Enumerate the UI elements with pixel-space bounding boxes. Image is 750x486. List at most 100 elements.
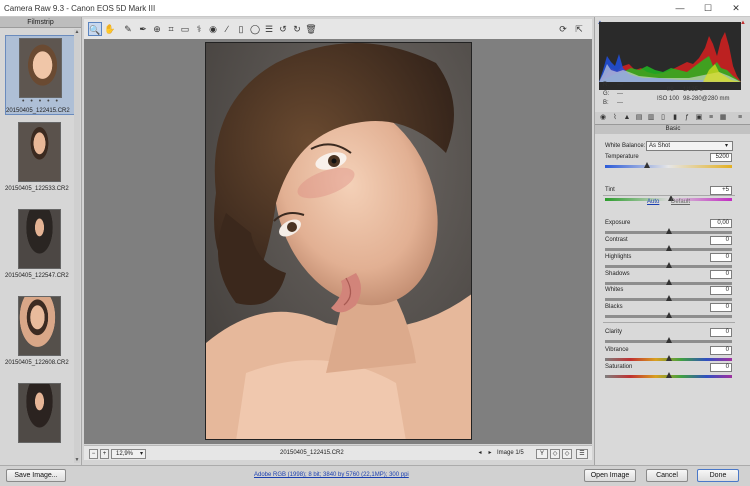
radial-filter-icon[interactable]: ◯ — [248, 22, 262, 36]
fx-tab-icon[interactable]: ƒ — [682, 113, 692, 123]
workflow-options-link[interactable]: Adobe RGB (1998); 8 bit; 3840 by 5760 (2… — [254, 472, 409, 478]
hsl-tab-icon[interactable]: ▤ — [634, 113, 644, 123]
settings-menu-icon[interactable]: ☰ — [576, 449, 588, 459]
slider-track[interactable] — [605, 279, 732, 285]
slider-knob[interactable] — [665, 295, 672, 301]
target-adjust-icon[interactable]: ⊕ — [150, 22, 164, 36]
slider-value-input[interactable]: 0 — [710, 236, 732, 245]
zoom-in-button[interactable]: + — [100, 449, 109, 459]
close-button[interactable]: ✕ — [722, 0, 750, 17]
scroll-up-icon[interactable]: ▲ — [74, 29, 80, 35]
slider-knob[interactable] — [665, 262, 672, 268]
maximize-button[interactable]: ☐ — [694, 0, 722, 17]
red-eye-icon[interactable]: ◉ — [206, 22, 220, 36]
rotate-left-icon[interactable]: ↺ — [276, 22, 290, 36]
slider-value-input[interactable]: 0 — [710, 303, 732, 312]
slider-value-input[interactable]: 0 — [710, 346, 732, 355]
brush-icon[interactable]: ∕ — [220, 22, 234, 36]
camera-calibration-tab-icon[interactable]: ▣ — [694, 113, 704, 123]
eyedropper-icon[interactable]: ✎ — [121, 22, 135, 36]
default-link[interactable]: Default — [671, 199, 690, 205]
slider-knob[interactable] — [665, 245, 672, 251]
filmstrip-panel: Filmstrip • • • • • 20150405_122415.CR2 … — [0, 17, 82, 465]
fullscreen-icon[interactable]: ⇱ — [572, 22, 586, 36]
filmstrip-thumb[interactable]: • • • • • 20150405_122415.CR2 — [5, 35, 75, 115]
slider-knob[interactable] — [665, 279, 672, 285]
split-toning-tab-icon[interactable]: ▥ — [646, 113, 656, 123]
slider-knob[interactable] — [665, 337, 672, 343]
toggle-mark-icon[interactable]: ⟳ — [556, 22, 570, 36]
slider-track[interactable] — [605, 295, 732, 301]
panel-menu-icon[interactable]: ≡ — [735, 113, 745, 123]
trash-icon[interactable]: 🗑 — [304, 22, 318, 36]
straighten-icon[interactable]: ▭ — [178, 22, 192, 36]
slider-track[interactable] — [605, 355, 732, 361]
lens-tab-icon[interactable]: ▯ — [658, 113, 668, 123]
slider-value-input[interactable]: 0 — [710, 286, 732, 295]
filmstrip-thumb[interactable]: 20150405_122608.CR2 — [5, 294, 75, 374]
tone-curve-tab-icon[interactable]: ⌇ — [610, 113, 620, 123]
slider-track[interactable] — [605, 312, 732, 318]
done-button[interactable]: Done — [697, 469, 739, 482]
filmstrip-thumb[interactable]: 20150405_122533.CR2 — [5, 120, 75, 200]
effects-tab-icon[interactable]: ▮ — [670, 113, 680, 123]
filter-icon[interactable]: Y — [536, 449, 548, 459]
slider-track[interactable] — [605, 195, 732, 201]
view-toggle-icon[interactable]: ◇ — [550, 449, 560, 459]
filmstrip-thumb[interactable] — [5, 381, 75, 461]
next-image-icon[interactable]: ▸ — [485, 449, 495, 459]
prev-image-icon[interactable]: ◂ — [475, 449, 485, 459]
graduated-filter-icon[interactable]: ▯ — [234, 22, 248, 36]
filmstrip-thumb[interactable]: 20150405_122547.CR2 — [5, 207, 75, 287]
slider-knob[interactable] — [665, 372, 672, 378]
rating-stars[interactable]: • • • • • — [6, 98, 76, 105]
preview-image — [205, 42, 472, 440]
presets-tab-icon[interactable]: ≡ — [706, 113, 716, 123]
slider-value-input[interactable]: 0 — [710, 270, 732, 279]
rotate-right-icon[interactable]: ↻ — [290, 22, 304, 36]
zoom-out-button[interactable]: − — [89, 449, 98, 459]
color-sampler-icon[interactable]: ✒ — [136, 22, 150, 36]
image-canvas[interactable] — [84, 39, 592, 444]
iso: ISO 100 — [657, 96, 680, 102]
tool-bar: 🔍 ✋ ✎ ✒ ⊕ ⌗ ▭ ⚕ ◉ ∕ ▯ ◯ ☰ ↺ ↻ 🗑 ⟳ ⇱ — [84, 19, 592, 39]
filmstrip-scrollbar[interactable]: ▲ ▼ — [74, 29, 80, 463]
slider-knob[interactable] — [643, 162, 650, 168]
preferences-icon[interactable]: ☰ — [262, 22, 276, 36]
basic-tab-icon[interactable]: ◉ — [598, 113, 608, 123]
slider-knob[interactable] — [665, 312, 672, 318]
chevron-down-icon[interactable]: ▾ — [725, 142, 728, 149]
g-value: --- — [617, 91, 623, 97]
slider-track[interactable] — [605, 162, 732, 168]
slider-track[interactable] — [605, 372, 732, 378]
slider-value-input[interactable]: 0,00 — [710, 219, 732, 228]
slider-value-input[interactable]: +5 — [710, 186, 732, 195]
spot-removal-icon[interactable]: ⚕ — [192, 22, 206, 36]
minimize-button[interactable]: — — [666, 0, 694, 17]
slider-track[interactable] — [605, 262, 732, 268]
view-toggle-icon[interactable]: ◇ — [562, 449, 572, 459]
snapshots-tab-icon[interactable]: ▦ — [718, 113, 728, 123]
auto-link[interactable]: Auto — [647, 199, 659, 205]
white-balance-select[interactable]: As Shot — [646, 141, 733, 151]
cancel-button[interactable]: Cancel — [646, 469, 688, 482]
scroll-down-icon[interactable]: ▼ — [74, 457, 80, 463]
crop-icon[interactable]: ⌗ — [164, 22, 178, 36]
slider-label: Contrast — [605, 237, 628, 243]
hand-icon[interactable]: ✋ — [103, 22, 117, 36]
slider-value-input[interactable]: 5200 — [710, 153, 732, 162]
slider-knob[interactable] — [665, 228, 672, 234]
slider-value-input[interactable]: 0 — [710, 328, 732, 337]
slider-track[interactable] — [605, 228, 732, 234]
slider-knob[interactable] — [665, 355, 672, 361]
zoom-icon[interactable]: 🔍 — [88, 22, 102, 36]
detail-tab-icon[interactable]: ▲ — [622, 113, 632, 123]
open-image-button[interactable]: Open Image — [584, 469, 636, 482]
slider-value-input[interactable]: 0 — [710, 363, 732, 372]
save-image-button[interactable]: Save Image... — [6, 469, 66, 482]
chevron-down-icon[interactable]: ▾ — [138, 449, 146, 459]
slider-track[interactable] — [605, 337, 732, 343]
slider-value-input[interactable]: 0 — [710, 253, 732, 262]
r-label: R: — [603, 82, 609, 88]
slider-track[interactable] — [605, 245, 732, 251]
